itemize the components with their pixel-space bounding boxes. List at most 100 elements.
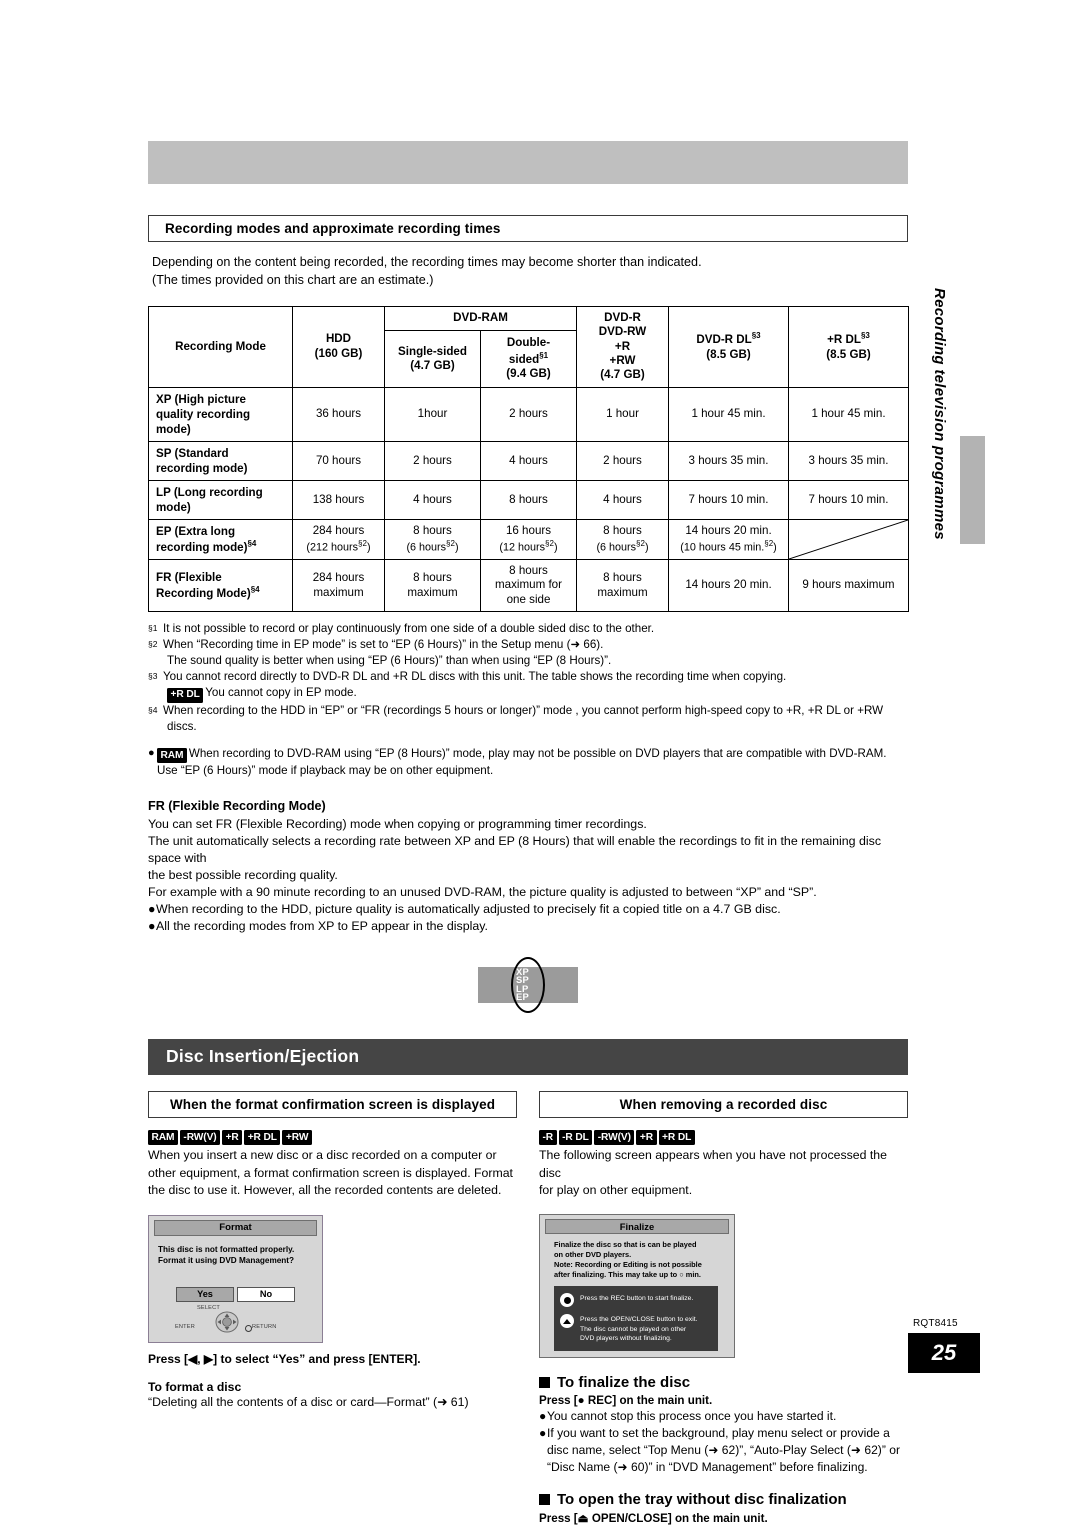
cell-dvdrdl-end: ): [773, 541, 777, 554]
fr-bullet-2: ● All the recording modes from XP to EP …: [148, 918, 908, 935]
cell-dvdrdl-line2: (10 hours 45 min.: [680, 541, 765, 554]
finalize-eject-line-3: DVD players without finalizing.: [580, 1335, 672, 1343]
cell-dvdrdl-sup: §2: [764, 538, 774, 548]
cell-hdd-line2: (212 hours: [306, 541, 359, 554]
cell-dvdr: 8 hours maximum: [576, 559, 669, 613]
finalize-message-line-2: on other DVD players.: [554, 1249, 632, 1259]
finalize-eject-line-1: Press the OPEN/CLOSE button to exit.: [580, 1316, 698, 1324]
disc-badge-minus-r: -R: [539, 1130, 557, 1146]
cell-single-end: ): [454, 541, 459, 554]
th-dvdr-line3: +R: [614, 339, 631, 353]
disc-badge-ram: RAM: [148, 1130, 178, 1146]
th-single-line1: Single-sided: [398, 344, 467, 358]
main-content: Recording modes and approximate recordin…: [148, 215, 909, 1525]
finalize-dialog-message: Finalize the disc so that is can be play…: [540, 1234, 734, 1280]
cell-double-end: ): [553, 541, 558, 554]
ram-note-line2: Use “EP (6 Hours)” mode if playback may …: [157, 764, 494, 778]
cell-rdl: 1 hour 45 min.: [788, 386, 909, 442]
fr-paragraph-3: the best possible recording quality.: [148, 867, 338, 882]
left-body-line-2: other equipment, a format confirmation s…: [148, 1165, 513, 1180]
row-mode-label: SP (Standard recording mode): [148, 440, 293, 481]
yes-button[interactable]: Yes: [176, 1286, 234, 1302]
disc-badge-ram: RAM: [157, 748, 187, 764]
bullet-dot: ●: [148, 746, 155, 759]
finalize-dialog-title: Finalize: [545, 1218, 729, 1234]
cell-dvdr: 8 hours (6 hours§2): [576, 519, 669, 561]
cell-dvdr: 2 hours: [576, 440, 669, 481]
table-row: FR (Flexible Recording Mode)§4 284 hours…: [148, 559, 909, 613]
mode-line-1: FR (Flexible: [156, 571, 222, 585]
footnote-marker: §4: [148, 704, 158, 715]
footnote-2: §2 When “Recording time in EP mode” is s…: [148, 637, 908, 669]
cell-rdl: 9 hours maximum: [788, 559, 909, 613]
no-button[interactable]: No: [237, 1286, 295, 1302]
row-mode-label: EP (Extra long recording mode)§4: [148, 519, 293, 561]
footnote-3: §3 You cannot record directly to DVD-R D…: [148, 669, 908, 703]
fr-paragraph-2: The unit automatically selects a recordi…: [148, 833, 882, 865]
to-format-a-disc-title: To format a disc: [148, 1379, 242, 1394]
th-dvd-r-group: DVD-R DVD-RW +R +RW (4.7 GB): [576, 305, 669, 388]
finalize-bullet-2-line-3: “Disc Name (➜ 60)” in “DVD Management” b…: [547, 1459, 868, 1474]
cell-single: 8 hours (6 hours§2): [384, 519, 481, 561]
mode-line-1: LP (Long recording: [156, 485, 263, 499]
cell-hdd: 284 hours maximum: [292, 559, 385, 613]
finalize-press-instruction: Press [● REC] on the main unit.: [539, 1393, 713, 1407]
right-body-line-1: The following screen appears when you ha…: [539, 1148, 887, 1180]
mode-line-2: mode): [156, 501, 191, 514]
cell-hdd-end: ): [366, 541, 371, 554]
recording-times-table: Recording Mode HDD (160 GB) DVD-RAM DVD-…: [148, 305, 909, 613]
document-code: RQT8415: [913, 1318, 958, 1329]
to-finalize-the-disc-heading: To finalize the disc: [539, 1374, 908, 1391]
cell-single-line1: 8 hours: [413, 524, 452, 538]
to-open-tray-heading: To open the tray without disc finalizati…: [539, 1491, 908, 1508]
cell-dvdr: 4 hours: [576, 479, 669, 521]
cell-single: 4 hours: [384, 479, 481, 521]
finalize-actions-panel: Press the REC button to start finalize. …: [554, 1286, 718, 1351]
cell-dvdr-line1: 8 hours: [603, 524, 642, 538]
mode-sup: §4: [247, 539, 257, 549]
format-message-line-1: This disc is not formatted properly.: [158, 1244, 295, 1254]
cell-dvdrdl: 3 hours 35 min.: [668, 440, 789, 481]
open-close-button-icon: [560, 1314, 574, 1329]
to-finalize-the-disc-text: To finalize the disc: [557, 1373, 691, 1391]
footnote-marker: §3: [148, 671, 158, 682]
footnote-4: §4 When recording to the HDD in “EP” or …: [148, 703, 908, 735]
mode-line-2: recording mode): [156, 540, 248, 554]
cell-hdd-line1: 284 hours: [312, 524, 365, 538]
cell-hdd-line1: 284 hours: [312, 571, 365, 585]
right-disc-badges: -R -R DL -RW(V) +R +R DL: [539, 1126, 908, 1146]
format-dialog-message: This disc is not formatted properly. For…: [149, 1236, 322, 1267]
right-column: When removing a recorded disc -R -R DL -RW…: [539, 1090, 908, 1525]
dpad-navigation-hint: SELECT ENTER RETURN: [149, 1304, 322, 1338]
cell-double-line2: (12 hours: [499, 541, 546, 554]
th-recording-mode: Recording Mode: [148, 305, 293, 388]
th-double-line2: sided: [508, 352, 540, 366]
th-dvd-r-dl: DVD-R DL§3 (8.5 GB): [668, 305, 789, 388]
bullet-dot: ●: [148, 901, 156, 916]
disc-badge-plus-r-dl: +R DL: [658, 1130, 695, 1146]
ram-compatibility-note: ● RAM When recording to DVD-RAM using “EP…: [148, 746, 908, 780]
cell-double: 2 hours: [480, 386, 577, 442]
finalize-rec-text: Press the REC button to start finalize.: [580, 1295, 694, 1303]
footnote-text-block: You cannot record directly to DVD-R DL a…: [163, 669, 908, 703]
cell-double: 4 hours: [480, 440, 577, 481]
fr-paragraph-4: For example with a 90 minute recording t…: [148, 884, 817, 899]
cell-dvdr-line1: 8 hours: [603, 571, 642, 585]
th-double-line3: (9.4 GB): [506, 367, 551, 381]
finalize-bullet-2: ● If you want to set the background, pla…: [539, 1425, 908, 1475]
cell-rdl: 3 hours 35 min.: [788, 440, 909, 481]
disc-badge-plus-r-dl: +R DL: [244, 1130, 281, 1146]
row-mode-label: XP (High picture quality recording mode): [148, 386, 293, 442]
mode-line-1: EP (Extra long: [156, 525, 236, 539]
footnote-marker: §2: [148, 639, 158, 650]
table-row: SP (Standard recording mode) 70 hours 2 …: [148, 440, 909, 481]
th-dvdrdl-line2: (8.5 GB): [706, 347, 751, 361]
side-chapter-label: Recording television programmes: [931, 288, 948, 540]
top-banner-decoration: [148, 141, 908, 184]
th-rdl-line1: +R DL: [827, 333, 861, 347]
cell-dvdrdl-line1: 14 hours 20 min.: [685, 524, 772, 538]
table-row: LP (Long recording mode) 138 hours 4 hou…: [148, 479, 909, 521]
cell-double: 8 hours: [480, 479, 577, 521]
footnote-continuation: The sound quality is better when using “…: [167, 654, 612, 668]
footnote-1: §1 It is not possible to record or play …: [148, 621, 908, 637]
